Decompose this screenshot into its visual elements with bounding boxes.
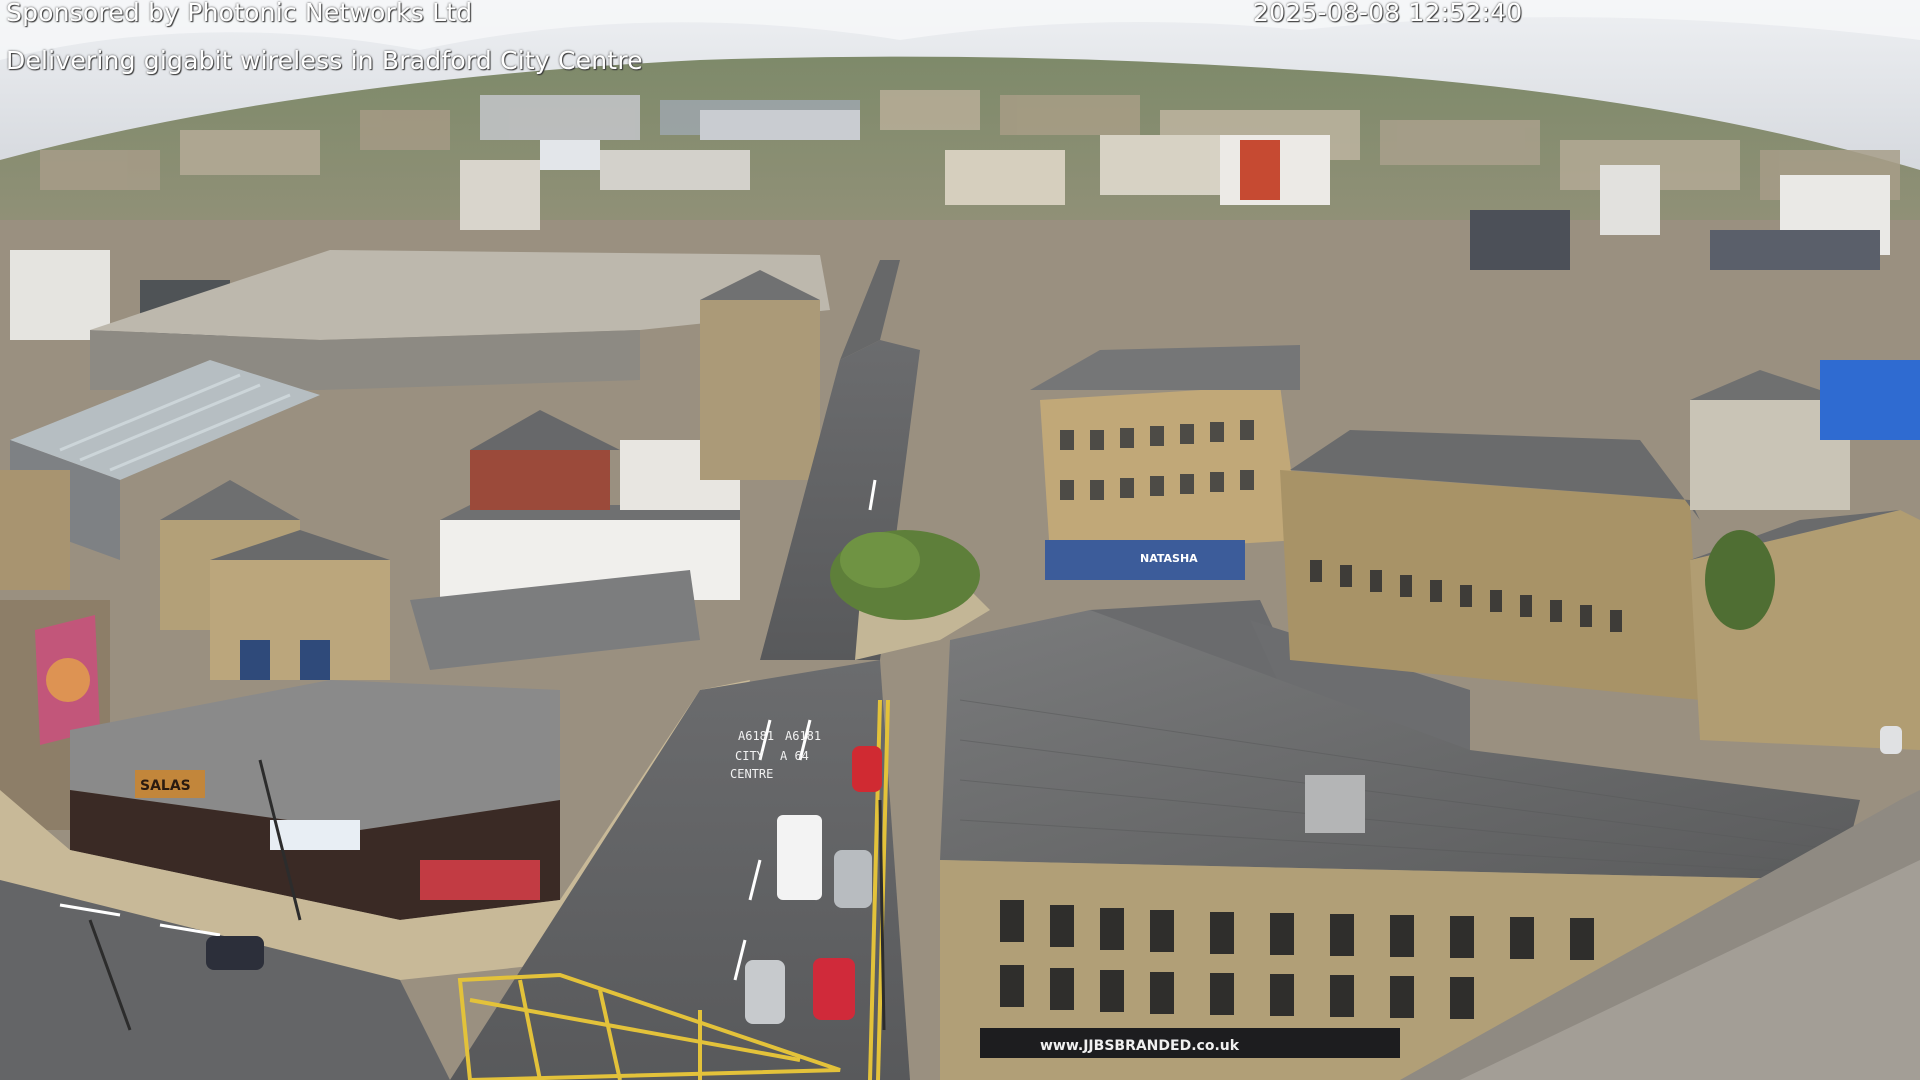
red-car-1: [852, 746, 882, 792]
road-marking-a6181-left: A6181: [738, 729, 774, 743]
white-van: [777, 815, 822, 900]
tagline-overlay: Delivering gigabit wireless in Bradford …: [6, 46, 643, 75]
far-right-buildings: [1690, 360, 1920, 750]
timestamp-overlay: 2025-08-08 12:52:40: [1253, 0, 1523, 27]
shop-sign-natasha: NATASHA: [1140, 552, 1198, 565]
road-marking-a64: A 64: [780, 749, 809, 763]
red-car-2: [813, 958, 855, 1020]
shop-sign-url: www.JJBSBRANDED.co.uk: [1040, 1038, 1240, 1054]
dark-car: [206, 936, 264, 970]
city-scene: SALAS A6181 A6181 CITY A 64 CENTRE NATAS…: [0, 0, 1920, 1080]
road-marking-a6181-right: A6181: [785, 729, 821, 743]
shop-sign-salas: SALAS: [140, 778, 191, 794]
roof-dormer: [1305, 775, 1365, 833]
silver-car-2: [745, 960, 785, 1024]
webcam-frame: SALAS A6181 A6181 CITY A 64 CENTRE NATAS…: [0, 0, 1920, 1080]
road-marking-centre: CENTRE: [730, 767, 773, 781]
sponsor-overlay: Sponsored by Photonic Networks Ltd: [6, 0, 473, 27]
road-marking-city: CITY: [735, 749, 765, 763]
car-right: [1880, 726, 1902, 754]
silver-car-1: [834, 850, 872, 908]
